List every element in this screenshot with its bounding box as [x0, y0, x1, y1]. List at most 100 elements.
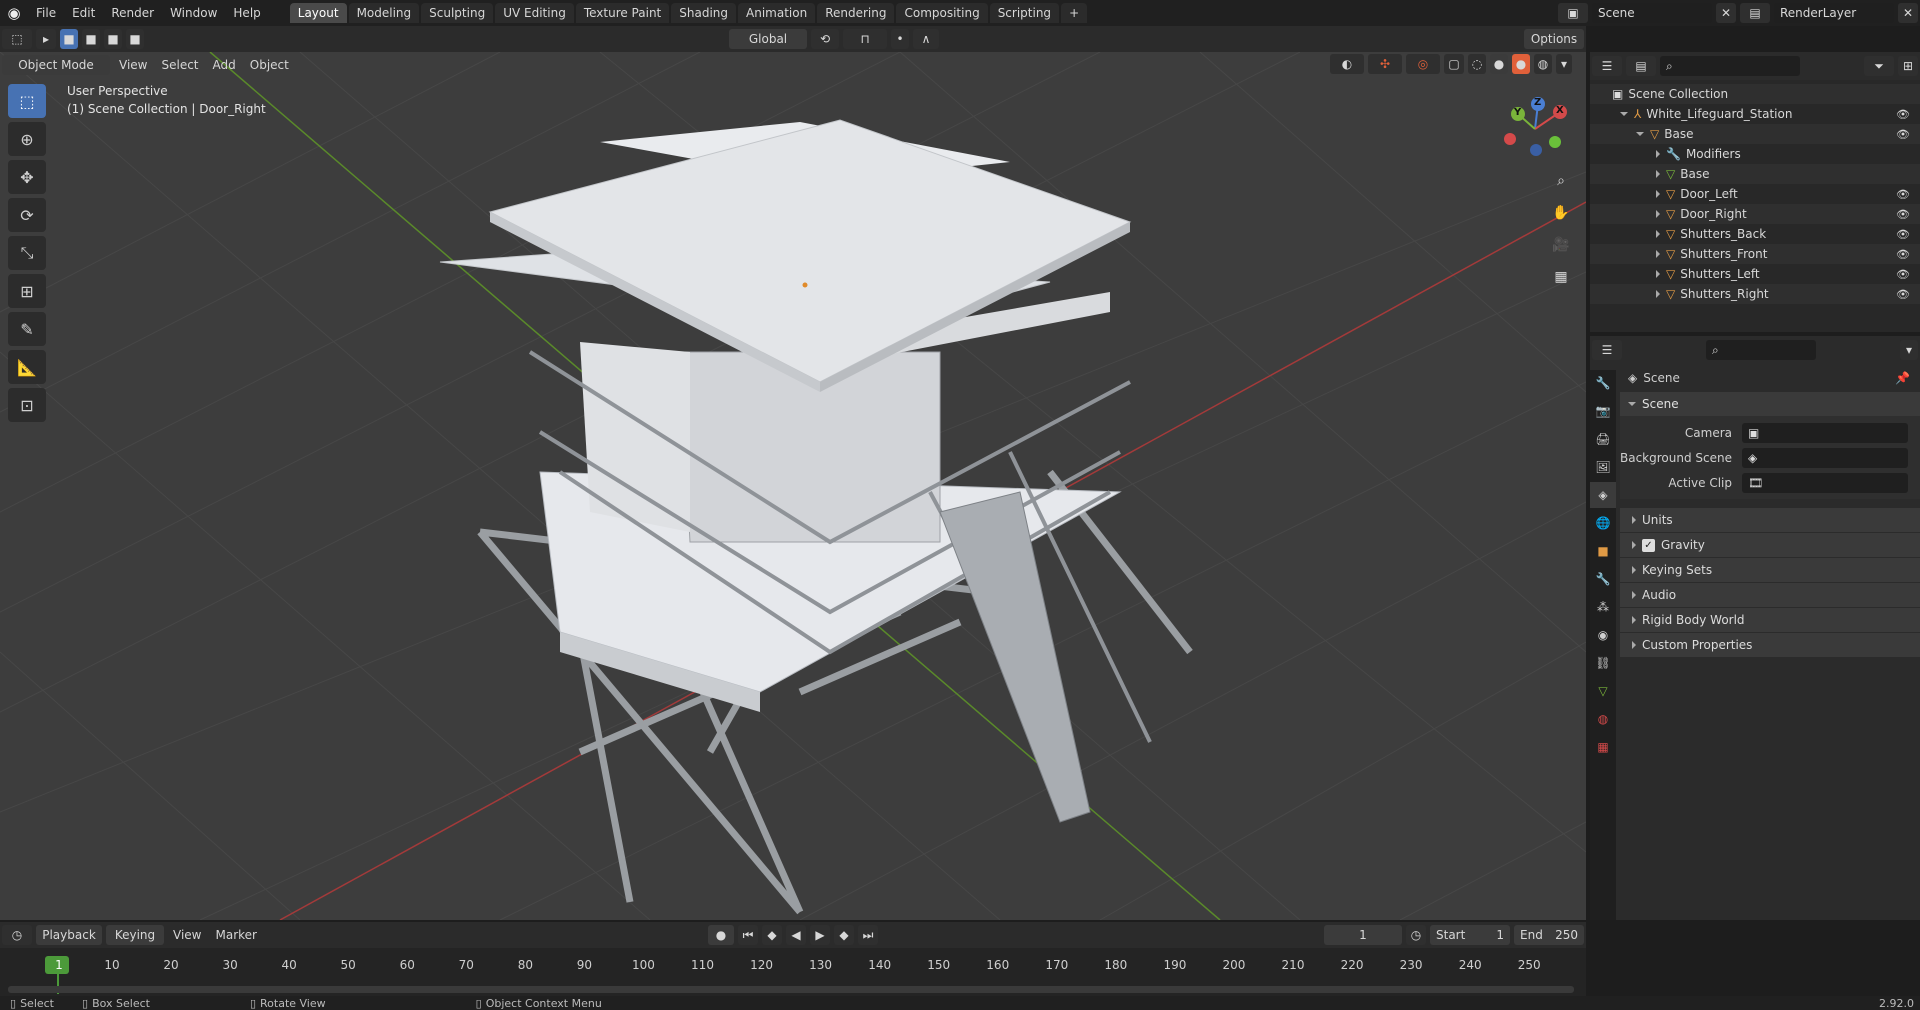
expand-icon[interactable] [1656, 170, 1660, 178]
tab-compositing[interactable]: Compositing [896, 3, 988, 23]
expand-icon[interactable] [1656, 290, 1660, 298]
gravity-checkbox[interactable]: ✓ [1642, 538, 1655, 552]
visibility-eye-icon[interactable]: 👁 [1896, 108, 1910, 121]
tool-tab-icon[interactable]: 🔧 [1590, 370, 1616, 396]
rendered-shading-icon[interactable]: ◍ [1534, 54, 1552, 74]
outliner-door-right-row[interactable]: ▽ Door_Right 👁 [1590, 204, 1920, 224]
blender-logo-icon[interactable]: ◉ [0, 4, 28, 22]
tab-rendering[interactable]: Rendering [817, 3, 895, 23]
expand-icon[interactable] [1656, 150, 1660, 158]
outliner-shutters-left-row[interactable]: ▽ Shutters_Left 👁 [1590, 264, 1920, 284]
viewport-scene[interactable] [0, 52, 1586, 920]
play-icon[interactable]: ▶ [809, 925, 830, 945]
scene-tab-icon[interactable]: ◈ [1590, 482, 1616, 508]
snap-icon[interactable]: ⊓ [843, 29, 887, 49]
view-layer-selector-icon[interactable]: ▤ [1740, 3, 1770, 23]
wireframe-shading-icon[interactable]: ◌ [1468, 54, 1486, 74]
add-cube-tool-icon[interactable]: ⊡ [8, 388, 46, 422]
new-collection-icon[interactable]: ⊞ [1898, 56, 1918, 76]
overlay-toggle-icon[interactable]: ◎ [1406, 54, 1440, 74]
outliner-modifiers-row[interactable]: 🔧 Modifiers [1590, 144, 1920, 164]
gizmo-toggle-icon[interactable]: ✣ [1368, 54, 1402, 74]
select-new-icon[interactable]: ■ [60, 29, 78, 49]
pivot-icon[interactable]: ⟲ [811, 29, 839, 49]
texture-tab-icon[interactable]: ▦ [1590, 734, 1616, 760]
outliner-scene-collection[interactable]: ▣ Scene Collection [1590, 84, 1920, 104]
rigid-body-world-panel[interactable]: Rigid Body World [1620, 608, 1920, 632]
menu-render[interactable]: Render [103, 0, 162, 26]
tab-scripting[interactable]: Scripting [989, 3, 1060, 23]
options-dropdown[interactable]: Options [1524, 29, 1584, 49]
visibility-eye-icon[interactable]: 👁 [1896, 228, 1910, 241]
scene-name-field[interactable]: Scene [1592, 3, 1712, 23]
end-frame-field[interactable]: End 250 [1514, 925, 1584, 945]
expand-icon[interactable] [1656, 210, 1660, 218]
object-tab-icon[interactable]: ■ [1590, 538, 1616, 564]
tab-sculpting[interactable]: Sculpting [421, 3, 494, 23]
outliner-editor-type-icon[interactable]: ☰ [1592, 56, 1622, 76]
cursor-tool-icon[interactable]: ⊕ [8, 122, 46, 156]
keying-sets-panel[interactable]: Keying Sets [1620, 558, 1920, 582]
filter-icon[interactable]: ⏷ [1864, 56, 1894, 76]
select-subtract-icon[interactable]: ■ [104, 29, 122, 49]
tab-texture-paint[interactable]: Texture Paint [575, 3, 670, 23]
expand-icon[interactable] [1656, 230, 1660, 238]
tab-layout[interactable]: Layout [289, 3, 347, 23]
expand-icon[interactable] [1620, 112, 1628, 116]
gravity-panel[interactable]: ✓ Gravity [1620, 533, 1920, 557]
outliner-collection-row[interactable]: ⅄ White_Lifeguard_Station 👁 [1590, 104, 1920, 124]
orientation-dropdown[interactable]: Global [729, 29, 807, 49]
start-frame-field[interactable]: Start 1 [1430, 925, 1510, 945]
visibility-eye-icon[interactable]: 👁 [1896, 248, 1910, 261]
jump-start-icon[interactable]: ⏮ [737, 925, 758, 945]
outliner-door-left-row[interactable]: ▽ Door_Left 👁 [1590, 184, 1920, 204]
move-tool-icon[interactable]: ✥ [8, 160, 46, 194]
play-reverse-icon[interactable]: ◀ [785, 925, 806, 945]
scene-selector-icon[interactable]: ▣ [1558, 3, 1588, 23]
perspective-toggle-icon[interactable]: ▦ [1548, 264, 1574, 290]
expand-icon[interactable] [1632, 516, 1636, 524]
measure-tool-icon[interactable]: 📐 [8, 350, 46, 384]
timeline-editor-type-icon[interactable]: ◷ [2, 925, 32, 945]
render-tab-icon[interactable]: 📷 [1590, 398, 1616, 424]
particles-tab-icon[interactable]: ⁂ [1590, 594, 1616, 620]
3d-viewport[interactable]: User Perspective (1) Scene Collection | … [0, 52, 1586, 920]
close-scene-icon[interactable]: ✕ [1716, 3, 1736, 23]
outliner-base-mesh-row[interactable]: ▽ Base [1590, 164, 1920, 184]
visibility-eye-icon[interactable]: 👁 [1896, 128, 1910, 141]
modifier-tab-icon[interactable]: 🔧 [1590, 566, 1616, 592]
scene-panel-header[interactable]: Scene [1620, 392, 1920, 416]
world-tab-icon[interactable]: 🌐 [1590, 510, 1616, 536]
rotate-tool-icon[interactable]: ⟳ [8, 198, 46, 232]
physics-tab-icon[interactable]: ◉ [1590, 622, 1616, 648]
mode-dropdown[interactable]: Object Mode [2, 55, 110, 75]
timeline-ruler[interactable]: 1 10 20 30 40 50 60 70 80 90 100 110 120 130 140 150 160… [0, 948, 1586, 998]
expand-icon[interactable] [1656, 250, 1660, 258]
camera-view-icon[interactable]: 🎥 [1548, 232, 1574, 258]
visibility-eye-icon[interactable]: 👁 [1896, 188, 1910, 201]
current-frame-field[interactable]: 1 [1324, 925, 1402, 945]
menu-help[interactable]: Help [225, 0, 268, 26]
tab-shading[interactable]: Shading [671, 3, 736, 23]
keying-dropdown[interactable]: Keying [106, 925, 164, 945]
expand-icon[interactable] [1636, 132, 1644, 136]
jump-key-forward-icon[interactable]: ◆ [833, 925, 854, 945]
audio-panel[interactable]: Audio [1620, 583, 1920, 607]
outliner-shutters-back-row[interactable]: ▽ Shutters_Back 👁 [1590, 224, 1920, 244]
timeline-scrollbar[interactable] [8, 986, 1574, 993]
menu-view[interactable]: View [112, 58, 154, 72]
expand-icon[interactable] [1632, 566, 1636, 574]
display-mode-icon[interactable]: ▤ [1626, 56, 1656, 76]
select-intersect-icon[interactable]: ■ [126, 29, 144, 49]
outliner-shutters-right-row[interactable]: ▽ Shutters_Right 👁 [1590, 284, 1920, 304]
active-clip-field[interactable]: 🎞 [1742, 472, 1908, 493]
jump-end-icon[interactable]: ⏭ [857, 925, 878, 945]
expand-icon[interactable] [1628, 402, 1636, 406]
outliner-base-row[interactable]: ▽ Base 👁 [1590, 124, 1920, 144]
constraints-tab-icon[interactable]: ⛓ [1590, 650, 1616, 676]
jump-key-back-icon[interactable]: ◆ [761, 925, 782, 945]
navigation-gizmo[interactable]: Z X Y [1500, 94, 1570, 164]
add-workspace-button[interactable]: + [1061, 3, 1088, 23]
menu-add[interactable]: Add [206, 58, 243, 72]
lifeguard-station-model[interactable] [439, 119, 1193, 915]
